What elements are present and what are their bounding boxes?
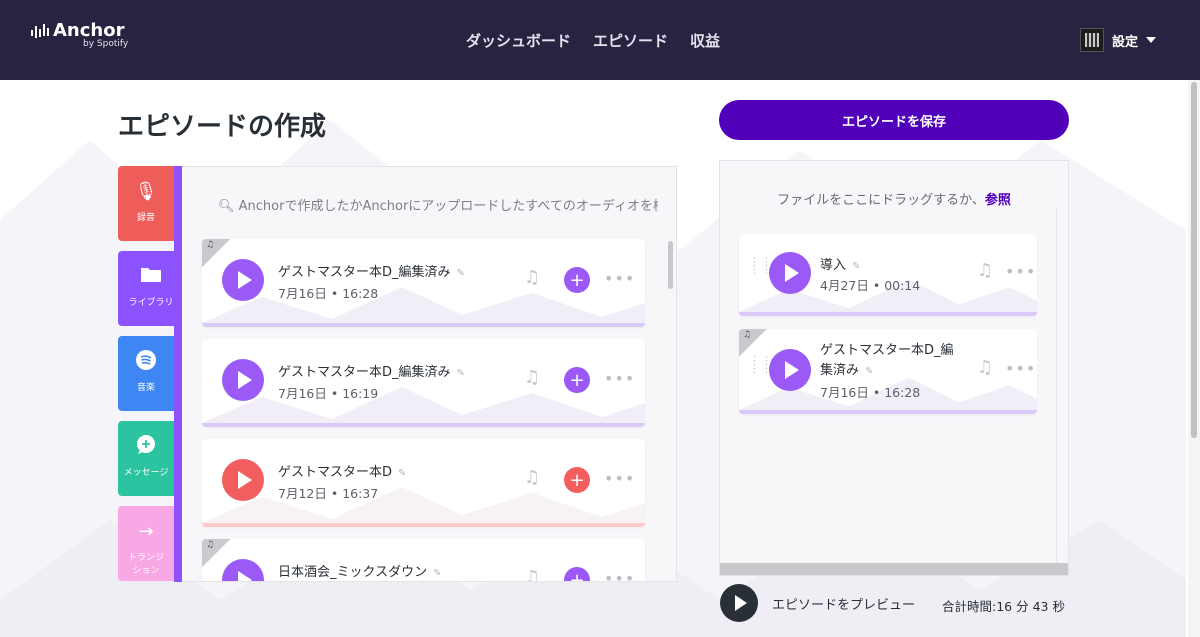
pencil-icon[interactable]: ✎ bbox=[457, 368, 465, 379]
library-item[interactable]: ♫ ゲストマスター本D_編集済み ✎ 7月16日 • 16:28 ♫ + ••• bbox=[202, 239, 645, 327]
page-scrollbar[interactable] bbox=[1188, 80, 1200, 637]
play-button[interactable] bbox=[222, 459, 264, 501]
browse-link[interactable]: 参照 bbox=[985, 193, 1011, 208]
segment-title: ゲストマスター本D_編 集済み ✎ bbox=[820, 343, 954, 378]
arrow-right-icon: → bbox=[138, 521, 154, 542]
message-plus-icon bbox=[136, 435, 156, 459]
nav-dashboard[interactable]: ダッシュボード bbox=[466, 30, 571, 51]
episode-meta: 7月16日 • 16:28 bbox=[278, 286, 379, 301]
episode-title: ゲストマスター本D_編集済み ✎ bbox=[278, 365, 465, 380]
library-item[interactable]: ♫ 日本酒会_ミックスダウン ✎ ♫ + ••• bbox=[202, 539, 645, 581]
pencil-icon[interactable]: ✎ bbox=[852, 261, 860, 272]
logo-subtext: by Spotify bbox=[83, 39, 129, 49]
settings-label: 設定 bbox=[1111, 34, 1138, 50]
preview-label: エピソードをプレビュー bbox=[772, 597, 916, 613]
page-title: エピソードの作成 bbox=[118, 112, 327, 142]
episode-preview: エピソードをプレビュー bbox=[720, 584, 915, 622]
chevron-down-icon bbox=[1146, 37, 1156, 43]
episode-meta: 7月12日 • 16:37 bbox=[278, 486, 379, 501]
progress-line bbox=[739, 410, 1037, 414]
tab-label: 音楽 bbox=[136, 383, 155, 393]
add-to-episode-button[interactable]: + bbox=[564, 367, 590, 393]
library-accent-bar bbox=[174, 166, 182, 582]
top-navigation-bar: Anchor by Spotify ダッシュボード エピソード 収益 設定 bbox=[0, 0, 1200, 80]
search-input[interactable]: Anchorで作成したかAnchorにアップロードしたすべてのオーディオを検索 bbox=[239, 199, 658, 214]
total-duration: 合計時間:16 分 43 秒 bbox=[942, 599, 1065, 614]
timeline-segment[interactable]: ⋮⋮ ⋮⋮ 導入 ✎ 4月27日 • 00:14 ♫ ••• bbox=[739, 234, 1037, 316]
main-nav: ダッシュボード エピソード 収益 bbox=[466, 30, 720, 51]
search-icon: 🔍︎ bbox=[218, 199, 235, 214]
episode-title: ゲストマスター本D_編集済み ✎ bbox=[278, 265, 465, 280]
more-options-icon[interactable]: ••• bbox=[604, 369, 635, 388]
segment-title: 導入 ✎ bbox=[820, 258, 861, 273]
episode-title: 日本酒会_ミックスダウン ✎ bbox=[278, 565, 442, 580]
anchor-wave-icon bbox=[31, 23, 49, 38]
more-options-icon[interactable]: ••• bbox=[604, 469, 635, 488]
pencil-icon[interactable]: ✎ bbox=[398, 468, 406, 479]
preview-play-button[interactable] bbox=[720, 584, 758, 622]
progress-line bbox=[202, 523, 645, 527]
add-to-episode-button[interactable]: + bbox=[564, 467, 590, 493]
library-item[interactable]: ゲストマスター本D_編集済み ✎ 7月16日 • 16:19 ♫ + ••• bbox=[202, 339, 645, 427]
spotify-icon bbox=[136, 350, 156, 374]
timeline-scroll-track bbox=[1056, 207, 1057, 565]
play-button[interactable] bbox=[769, 349, 811, 391]
pencil-icon[interactable]: ✎ bbox=[865, 366, 873, 377]
music-icon[interactable]: ♫ bbox=[524, 567, 540, 581]
library-search[interactable]: 🔍︎ Anchorで作成したかAnchorにアップロードしたすべてのオーディオを… bbox=[218, 195, 658, 214]
tab-transitions[interactable]: → トランジション bbox=[118, 506, 174, 581]
microphone-icon: 🎙 bbox=[134, 181, 158, 202]
episode-meta: 7月16日 • 16:19 bbox=[278, 386, 379, 401]
more-options-icon[interactable]: ••• bbox=[1005, 359, 1036, 378]
music-note-badge: ♫ bbox=[202, 239, 230, 267]
avatar[interactable] bbox=[1079, 28, 1104, 52]
play-button[interactable] bbox=[222, 359, 264, 401]
segment-meta: 7月16日 • 16:28 bbox=[820, 385, 921, 400]
tab-label: ライブラリ bbox=[128, 298, 174, 308]
folder-icon bbox=[141, 265, 161, 289]
episode-title: ゲストマスター本D ✎ bbox=[278, 465, 407, 480]
add-to-episode-button[interactable]: + bbox=[564, 267, 590, 293]
progress-line bbox=[202, 423, 645, 427]
play-button[interactable] bbox=[222, 259, 264, 301]
segment-meta: 4月27日 • 00:14 bbox=[820, 278, 921, 293]
tab-label: 録音 bbox=[136, 213, 155, 223]
library-panel: 🔍︎ Anchorで作成したかAnchorにアップロードしたすべてのオーディオを… bbox=[182, 166, 677, 582]
pencil-icon[interactable]: ✎ bbox=[457, 268, 465, 279]
music-note-badge: ♫ bbox=[739, 329, 767, 357]
episode-timeline-panel: ファイルをここにドラッグするか、参照 ⋮⋮ ⋮⋮ 導入 ✎ 4月27日 • 00:1… bbox=[719, 160, 1069, 576]
music-icon[interactable]: ♫ bbox=[977, 357, 993, 378]
file-drop-zone[interactable]: ファイルをここにドラッグするか、参照 bbox=[720, 189, 1068, 208]
add-to-episode-button[interactable]: + bbox=[564, 567, 590, 581]
tab-music[interactable]: 音楽 bbox=[118, 336, 174, 411]
music-note-badge: ♫ bbox=[202, 539, 230, 567]
more-options-icon[interactable]: ••• bbox=[604, 269, 635, 288]
settings-menu[interactable]: 設定 bbox=[1079, 28, 1156, 52]
music-icon[interactable]: ♫ bbox=[524, 367, 540, 388]
play-button[interactable] bbox=[769, 252, 811, 294]
timeline-segment[interactable]: ♫ ⋮⋮ ⋮⋮ ゲストマスター本D_編 集済み ✎ 7月16日 • 16:28 ♫ •… bbox=[739, 329, 1037, 414]
nav-money[interactable]: 収益 bbox=[690, 30, 720, 51]
drop-text: ファイルをここにドラッグするか、 bbox=[777, 193, 985, 208]
tab-label: メッセージ bbox=[123, 468, 169, 478]
library-scrollbar[interactable] bbox=[666, 237, 674, 581]
music-icon[interactable]: ♫ bbox=[524, 267, 540, 288]
nav-episodes[interactable]: エピソード bbox=[593, 30, 668, 51]
tab-record[interactable]: 🎙 録音 bbox=[118, 166, 174, 241]
library-item[interactable]: ゲストマスター本D ✎ 7月12日 • 16:37 ♫ + ••• bbox=[202, 439, 645, 527]
progress-line bbox=[739, 312, 1037, 316]
more-options-icon[interactable]: ••• bbox=[1005, 262, 1036, 281]
logo-text: Anchor bbox=[53, 20, 125, 41]
tab-label: トランジション bbox=[127, 553, 164, 576]
music-icon[interactable]: ♫ bbox=[524, 467, 540, 488]
anchor-logo[interactable]: Anchor by Spotify bbox=[31, 20, 128, 49]
progress-line bbox=[202, 323, 645, 327]
pencil-icon[interactable]: ✎ bbox=[433, 568, 441, 579]
save-episode-button[interactable]: エピソードを保存 bbox=[719, 100, 1069, 140]
more-options-icon[interactable]: ••• bbox=[604, 569, 635, 581]
timeline-horizontal-scrollbar[interactable] bbox=[720, 563, 1068, 575]
tab-messages[interactable]: メッセージ bbox=[118, 421, 174, 496]
music-icon[interactable]: ♫ bbox=[977, 260, 993, 281]
